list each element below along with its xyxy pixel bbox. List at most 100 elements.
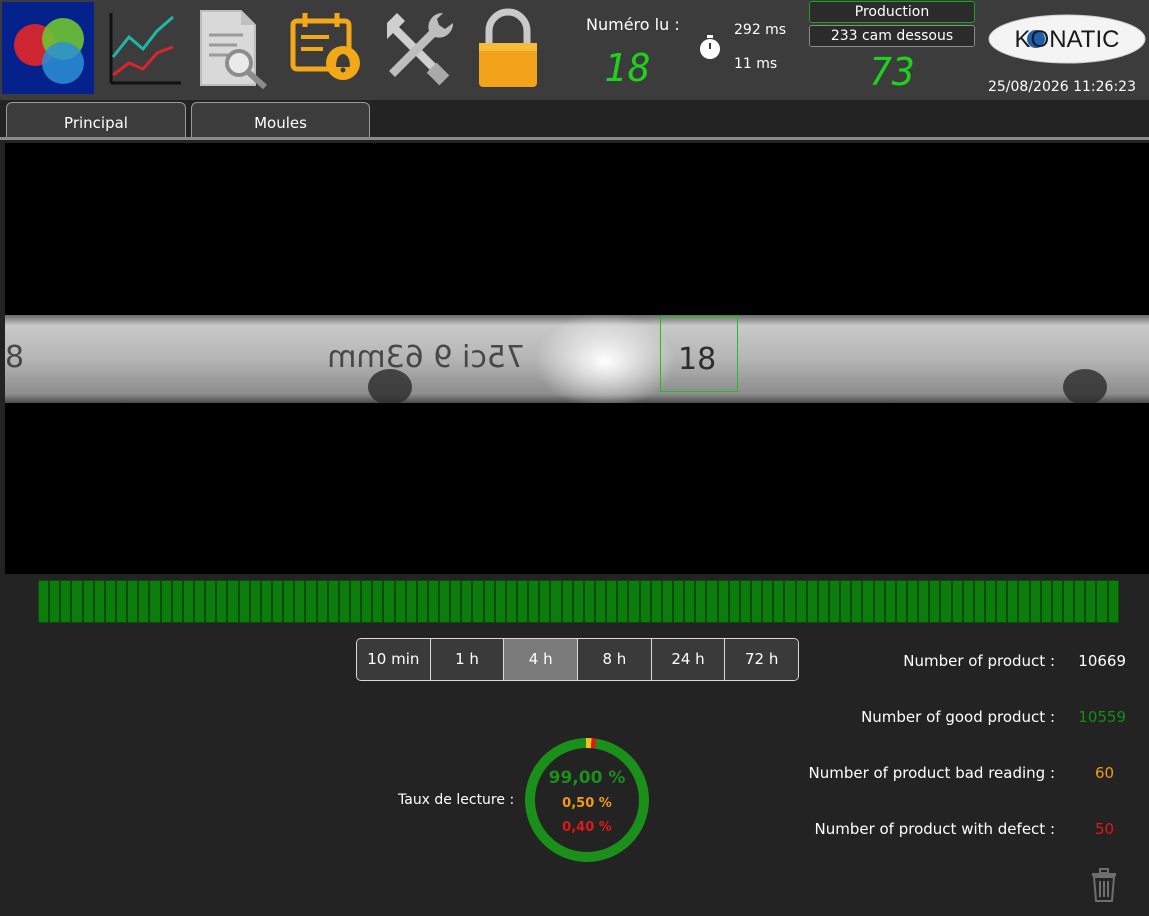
bad-reading-rate-value: 0,50 % (562, 796, 612, 811)
history-cell (216, 580, 228, 623)
history-cell (249, 580, 261, 623)
history-cell (372, 580, 384, 623)
history-cell (828, 580, 841, 623)
reports-button[interactable] (188, 2, 280, 94)
lock-button[interactable] (462, 2, 554, 94)
result-history-bar (38, 580, 1119, 623)
history-cell (639, 580, 651, 623)
statistics-button[interactable] (100, 2, 192, 94)
history-cell (327, 580, 339, 623)
history-cell (717, 580, 729, 623)
history-cell (528, 580, 540, 623)
history-cell (550, 580, 562, 623)
reading-rate-label: Taux de lecture : (398, 792, 515, 808)
good-rate-value: 99,00 % (548, 768, 626, 788)
history-cell (661, 580, 674, 623)
history-cell (505, 580, 518, 623)
history-cell (1051, 580, 1063, 623)
calendar-bell-icon (290, 13, 360, 80)
history-cell (271, 580, 284, 623)
history-cell (294, 580, 306, 623)
history-cell (561, 580, 573, 623)
alarms-button[interactable] (280, 2, 372, 94)
history-cell (439, 580, 451, 623)
defect-rate-value: 0,40 % (562, 820, 612, 835)
history-cell (929, 580, 941, 623)
history-cell (873, 580, 885, 623)
total-products-label: Number of product : (903, 652, 1055, 670)
history-cell (862, 580, 874, 623)
history-cell (260, 580, 272, 623)
history-cell (762, 580, 774, 623)
svg-text:8: 8 (5, 340, 24, 375)
history-cell (517, 580, 529, 623)
period-8h-button[interactable]: 8 h (578, 639, 652, 680)
good-products-value: 10559 (1078, 708, 1126, 726)
history-cell (1074, 580, 1086, 623)
good-products-label: Number of good product : (861, 708, 1055, 726)
history-cell (38, 580, 50, 623)
camera-selector[interactable]: 233 cam dessous (809, 25, 975, 47)
history-cell (996, 580, 1008, 623)
period-10min-button[interactable]: 10 min (357, 639, 431, 680)
history-cell (1085, 580, 1097, 623)
numero-lu-value: 18 (604, 46, 652, 90)
history-cell (628, 580, 640, 623)
period-24h-button[interactable]: 24 h (651, 639, 726, 680)
logo-text: KONATIC (1015, 26, 1120, 53)
history-cell (494, 580, 506, 623)
history-cell (115, 580, 128, 623)
camera-image: 75ci 9 63mm 1 9 63mm 8 18 (5, 315, 1149, 403)
history-cell (962, 580, 974, 623)
history-cell (71, 580, 83, 623)
history-cell (784, 580, 796, 623)
history-cell (149, 580, 161, 623)
history-cell (1062, 580, 1075, 623)
settings-button[interactable] (370, 2, 462, 94)
top-toolbar: Numéro lu : 18 292 ms 11 ms Production 2… (0, 0, 1149, 100)
defect-products-label: Number of product with defect : (814, 820, 1055, 838)
history-cell (60, 580, 72, 623)
period-selector: 10 min 1 h 4 h 8 h 24 h 72 h (356, 638, 799, 681)
stopwatch-icon (700, 35, 720, 59)
history-cell (93, 580, 105, 623)
period-4h-button[interactable]: 4 h (504, 639, 579, 680)
history-cell (383, 580, 395, 623)
history-cell (1107, 580, 1119, 623)
tab-moules[interactable]: Moules (191, 102, 370, 139)
history-cell (906, 580, 919, 623)
history-cell (338, 580, 350, 623)
history-cell (227, 580, 239, 623)
numero-lu-label: Numéro lu : (586, 15, 680, 34)
history-cell (884, 580, 896, 623)
history-cell (127, 580, 139, 623)
history-cell (361, 580, 373, 623)
line-chart-icon (109, 13, 181, 85)
dashboard-button[interactable] (2, 2, 94, 94)
cycle-time: 292 ms (734, 22, 787, 38)
history-cell (472, 580, 484, 623)
tab-principal[interactable]: Principal (6, 102, 186, 139)
history-cell (806, 580, 818, 623)
history-cell (984, 580, 997, 623)
history-cell (1040, 580, 1052, 623)
history-cell (1007, 580, 1019, 623)
padlock-icon (479, 8, 537, 87)
camera-view: 75ci 9 63mm 1 9 63mm 8 18 (5, 143, 1149, 574)
history-cell (895, 580, 907, 623)
bad-reading-products-value: 60 (1095, 764, 1115, 782)
bad-reading-products-label: Number of product bad reading : (808, 764, 1055, 782)
history-cell (427, 580, 440, 623)
history-cell (305, 580, 317, 623)
period-1h-button[interactable]: 1 h (430, 639, 505, 680)
history-cell (840, 580, 852, 623)
konatic-logo: KONATIC (988, 14, 1146, 64)
history-cell (138, 580, 150, 623)
reading-roi-box (660, 316, 738, 392)
history-cell (951, 580, 963, 623)
trash-icon[interactable] (1090, 868, 1118, 902)
history-cell (1096, 580, 1108, 623)
history-cell (450, 580, 462, 623)
history-cell (606, 580, 618, 623)
history-cell (650, 580, 662, 623)
